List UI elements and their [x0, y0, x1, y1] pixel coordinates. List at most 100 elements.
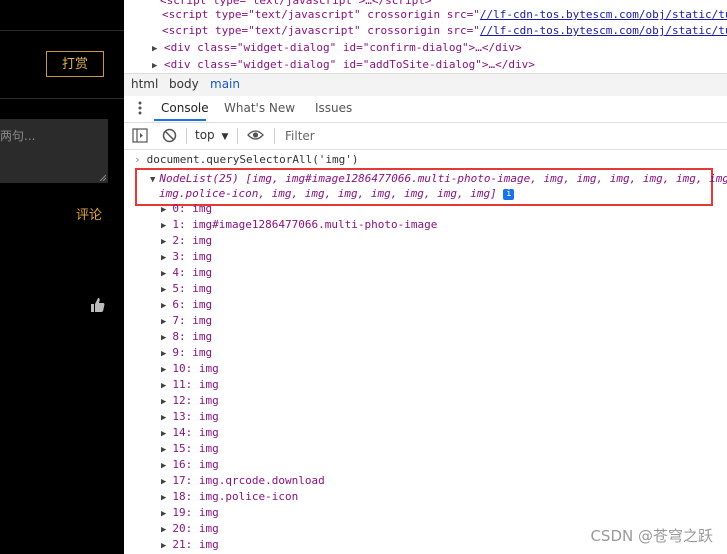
tab-issues[interactable]: Issues — [315, 101, 352, 115]
entry-value: img — [192, 298, 213, 311]
context-selector[interactable]: top ▼ — [195, 128, 228, 142]
expand-triangle-icon[interactable]: ▶ — [161, 205, 166, 215]
list-item[interactable]: ▶ 21: img — [161, 537, 219, 553]
expand-triangle-icon[interactable]: ▶ — [161, 413, 166, 423]
list-item[interactable]: ▶ 7: img — [161, 313, 212, 329]
entry-value: img#image1286477066.multi-photo-image — [192, 218, 438, 231]
sidebar-toggle-icon[interactable] — [132, 128, 148, 143]
collapse-triangle-icon[interactable]: ▼ — [150, 175, 155, 185]
expand-triangle-icon[interactable]: ▶ — [161, 253, 166, 263]
expand-triangle-icon[interactable]: ▶ — [161, 445, 166, 455]
list-item[interactable]: ▶ 20: img — [161, 521, 219, 537]
list-item[interactable]: ▶ 15: img — [161, 441, 219, 457]
entry-index: 6: — [172, 298, 186, 311]
expand-triangle-icon[interactable]: ▶ — [161, 381, 166, 391]
entry-index: 19: — [172, 506, 193, 519]
breadcrumb-body[interactable]: body — [169, 77, 199, 91]
list-item[interactable]: ▶ 14: img — [161, 425, 219, 441]
expand-triangle-icon[interactable]: ▶ — [161, 317, 166, 327]
list-item[interactable]: ▶ 11: img — [161, 377, 219, 393]
expand-triangle-icon[interactable]: ▶ — [161, 221, 166, 231]
filter-input[interactable]: Filter — [285, 129, 315, 143]
expand-triangle-icon[interactable]: ▶ — [152, 61, 157, 71]
tab-console[interactable]: Console — [161, 101, 209, 115]
entry-index: 8: — [172, 330, 186, 343]
entry-value: img — [198, 522, 219, 535]
entry-value: img — [198, 410, 219, 423]
source-text: <div class="widget-dialog" id="addToSite… — [164, 58, 535, 71]
nodelist-line-1: NodeList(25) [img, img#image1286477066.m… — [159, 172, 727, 185]
source-line[interactable]: ▶ <div class="widget-dialog" id="confirm… — [152, 41, 522, 54]
breadcrumb-main[interactable]: main — [210, 77, 240, 91]
expand-triangle-icon[interactable]: ▶ — [161, 397, 166, 407]
chevron-down-icon: ▼ — [221, 132, 229, 142]
expand-triangle-icon[interactable]: ▶ — [161, 349, 166, 359]
source-link[interactable]: //lf-cdn-tos.bytescm.com/obj/static/tu — [480, 24, 727, 37]
entry-index: 0: — [172, 202, 186, 215]
expand-triangle-icon[interactable]: ▶ — [161, 365, 166, 375]
resize-grip-icon[interactable] — [98, 173, 106, 181]
list-item[interactable]: ▶ 10: img — [161, 361, 219, 377]
expand-triangle-icon[interactable]: ▶ — [161, 461, 166, 471]
tab-whats-new[interactable]: What's New — [224, 101, 295, 115]
entry-index: 18: — [172, 490, 193, 503]
list-item[interactable]: ▶ 9: img — [161, 345, 212, 361]
list-item[interactable]: ▶ 18: img.police-icon — [161, 489, 298, 505]
source-text: <div class="widget-dialog" id="confirm-d… — [164, 41, 522, 54]
comment-link[interactable]: 评论 — [76, 204, 102, 223]
breadcrumb-html[interactable]: html — [131, 77, 158, 91]
entry-value: img — [198, 378, 219, 391]
divider — [237, 128, 238, 144]
list-item[interactable]: ▶ 5: img — [161, 281, 212, 297]
list-item[interactable]: ▶ 12: img — [161, 393, 219, 409]
expand-triangle-icon[interactable]: ▶ — [161, 333, 166, 343]
entry-index: 5: — [172, 282, 186, 295]
list-item[interactable]: ▶ 2: img — [161, 233, 212, 249]
info-icon[interactable]: i — [503, 188, 515, 200]
expand-triangle-icon[interactable]: ▶ — [161, 285, 166, 295]
expand-triangle-icon[interactable]: ▶ — [161, 429, 166, 439]
list-item[interactable]: ▶ 19: img — [161, 505, 219, 521]
expand-triangle-icon[interactable]: ▶ — [161, 493, 166, 503]
entry-index: 16: — [172, 458, 193, 471]
list-item[interactable]: ▶ 4: img — [161, 265, 212, 281]
source-link[interactable]: //lf-cdn-tos.bytescm.com/obj/static/tu — [480, 8, 727, 21]
list-item[interactable]: ▶ 6: img — [161, 297, 212, 313]
source-line[interactable]: <script type="text/javascript">…</script… — [160, 0, 432, 7]
list-item[interactable]: ▶ 0: img — [161, 201, 212, 217]
entry-index: 4: — [172, 266, 186, 279]
entry-value: img — [198, 394, 219, 407]
console-toolbar: top ▼ Filter — [124, 123, 727, 150]
list-item[interactable]: ▶ 3: img — [161, 249, 212, 265]
comment-textarea[interactable]: 两句... — [0, 119, 108, 183]
expand-triangle-icon[interactable]: ▶ — [161, 237, 166, 247]
expand-triangle-icon[interactable]: ▶ — [161, 509, 166, 519]
clear-console-icon[interactable] — [162, 128, 177, 143]
nodelist-summary[interactable]: ▼ NodeList(25) [img, img#image1286477066.… — [150, 172, 727, 185]
thumbs-up-icon[interactable] — [90, 297, 106, 313]
expand-triangle-icon[interactable]: ▶ — [161, 541, 166, 551]
command-text: document.querySelectorAll('img') — [146, 153, 359, 166]
comment-placeholder: 两句... — [0, 129, 36, 143]
list-item[interactable]: ▶ 8: img — [161, 329, 212, 345]
eye-icon[interactable] — [247, 129, 264, 141]
entry-value: img — [192, 202, 213, 215]
expand-triangle-icon[interactable]: ▶ — [152, 44, 157, 54]
list-item[interactable]: ▶ 16: img — [161, 457, 219, 473]
expand-triangle-icon[interactable]: ▶ — [161, 525, 166, 535]
list-item[interactable]: ▶ 17: img.qrcode.download — [161, 473, 325, 489]
expand-triangle-icon[interactable]: ▶ — [161, 477, 166, 487]
entry-value: img — [192, 346, 213, 359]
expand-triangle-icon[interactable]: ▶ — [161, 301, 166, 311]
list-item[interactable]: ▶ 13: img — [161, 409, 219, 425]
entry-index: 12: — [172, 394, 193, 407]
reward-button[interactable]: 打赏 — [46, 51, 104, 77]
more-options-icon[interactable] — [138, 99, 142, 117]
source-line[interactable]: ▶ <div class="widget-dialog" id="addToSi… — [152, 58, 535, 71]
source-line[interactable]: <script type="text/javascript" crossorig… — [162, 8, 727, 21]
expand-triangle-icon[interactable]: ▶ — [161, 269, 166, 279]
entry-index: 20: — [172, 522, 193, 535]
source-line[interactable]: <script type="text/javascript" crossorig… — [162, 24, 727, 37]
console-command[interactable]: › document.querySelectorAll('img') — [134, 153, 359, 166]
list-item[interactable]: ▶ 1: img#image1286477066.multi-photo-imag… — [161, 217, 437, 233]
